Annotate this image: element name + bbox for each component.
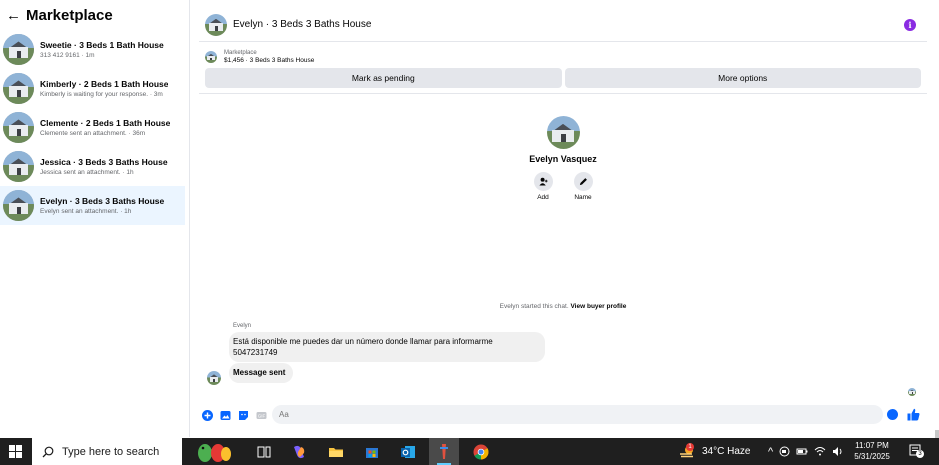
sidebar-title: Marketplace: [26, 6, 113, 24]
weather-widget[interactable]: 1 34°C Haze: [678, 438, 750, 465]
taskbar-clock[interactable]: 11:07 PM 5/31/2025: [852, 440, 892, 462]
conversation-title: Jessica · 3 Beds 3 Baths House: [40, 157, 168, 167]
profile-card: Evelyn Vasquez Add Name: [199, 116, 927, 201]
clock-time: 11:07 PM: [855, 441, 889, 450]
add-label: Add: [537, 194, 549, 201]
conversation-item[interactable]: Clemente · 2 Beds 1 Bath House Clemente …: [0, 108, 185, 147]
chat-panel: Evelyn · 3 Beds 3 Baths House i Marketpl…: [199, 8, 927, 438]
chat-title[interactable]: Evelyn · 3 Beds 3 Baths House: [233, 19, 371, 30]
name-label: Name: [574, 194, 592, 201]
conversation-sidebar: ← Marketplace Sweetie · 3 Beds 1 Bath Ho…: [0, 0, 190, 437]
microsoft-store-icon[interactable]: [364, 444, 380, 460]
name-action[interactable]: Name: [573, 172, 593, 201]
back-arrow-icon[interactable]: ←: [6, 7, 24, 24]
sender-name: Evelyn: [233, 323, 252, 329]
outlook-icon[interactable]: [400, 444, 416, 460]
conversation-item[interactable]: Jessica · 3 Beds 3 Baths House Jessica s…: [0, 147, 185, 186]
parrots-widget-icon[interactable]: [193, 441, 237, 463]
conversation-title: Kimberly · 2 Beds 1 Bath House: [40, 79, 169, 89]
sticker-icon[interactable]: [238, 410, 249, 421]
message-composer: GIF: [199, 404, 927, 426]
wifi-icon[interactable]: [814, 446, 826, 457]
house-thumbnail: [3, 34, 34, 65]
message-bubble[interactable]: Message sent: [229, 363, 294, 383]
conversation-subtitle: Jessica sent an attachment. · 1h: [40, 169, 134, 176]
plus-circle-icon[interactable]: [202, 409, 213, 421]
gif-icon[interactable]: GIF: [256, 410, 267, 421]
clock-date: 5/31/2025: [854, 452, 890, 461]
conversation-item-active[interactable]: Evelyn · 3 Beds 3 Baths House Evelyn sen…: [0, 186, 185, 225]
notification-count-badge: 3: [916, 450, 924, 458]
file-explorer-icon[interactable]: [328, 444, 344, 460]
active-app-icon[interactable]: [429, 438, 459, 465]
conversation-title: Clemente · 2 Beds 1 Bath House: [40, 118, 171, 128]
chat-header: Evelyn · 3 Beds 3 Baths House i: [199, 8, 927, 42]
thumbs-up-icon[interactable]: [907, 408, 920, 421]
sender-avatar: [207, 371, 221, 385]
mark-as-pending-button[interactable]: Mark as pending: [205, 68, 562, 88]
conversation-item[interactable]: Kimberly · 2 Beds 1 Bath House Kimberly …: [0, 69, 185, 108]
search-placeholder: Type here to search: [62, 445, 160, 458]
task-view-icon[interactable]: [256, 444, 272, 460]
house-thumbnail: [3, 151, 34, 182]
emoji-icon[interactable]: [887, 409, 898, 420]
divider: [199, 91, 927, 94]
listing-banner[interactable]: Marketplace $1,456 · 3 Beds 3 Baths Hous…: [199, 42, 927, 66]
weather-text: 34°C Haze: [702, 446, 751, 457]
weather-alert-badge: 1: [686, 443, 694, 451]
pencil-icon[interactable]: [573, 172, 593, 191]
info-icon[interactable]: i: [904, 19, 916, 31]
message-input[interactable]: [272, 405, 883, 424]
chrome-icon[interactable]: [473, 444, 489, 460]
add-action[interactable]: Add: [533, 172, 553, 201]
marketplace-label: Marketplace: [224, 50, 257, 56]
notification-center-icon[interactable]: 3: [909, 444, 924, 458]
add-person-icon[interactable]: [533, 172, 553, 191]
search-icon: [42, 446, 54, 457]
house-thumbnail: [3, 112, 34, 143]
listing-detail: $1,456 · 3 Beds 3 Baths House: [224, 57, 315, 64]
battery-icon[interactable]: [796, 446, 808, 457]
more-options-button[interactable]: More options: [564, 68, 921, 88]
listing-thumbnail: [205, 51, 217, 63]
taskbar-search[interactable]: Type here to search: [32, 438, 182, 465]
conversation-title: Evelyn · 3 Beds 3 Baths House: [40, 196, 165, 206]
profile-name: Evelyn Vasquez: [529, 154, 597, 164]
message-text: Está disponible me puedes dar un número …: [233, 337, 493, 346]
house-thumbnail: [3, 73, 34, 104]
conversation-subtitle: Clemente sent an attachment. · 36m: [40, 130, 146, 137]
meet-now-icon[interactable]: [779, 446, 790, 457]
windows-start-icon[interactable]: [0, 438, 30, 465]
chat-started-text: Evelyn started this chat.: [499, 303, 569, 310]
seen-indicator-avatar: [908, 388, 916, 396]
conversation-subtitle: Kimberly is waiting for your response. ·…: [40, 91, 163, 98]
conversation-subtitle: Evelyn sent an attachment. · 1h: [40, 208, 132, 215]
copilot-icon[interactable]: [291, 444, 307, 460]
message-bubble[interactable]: Está disponible me puedes dar un número …: [229, 332, 545, 362]
sidebar-header: ← Marketplace: [0, 0, 189, 30]
chat-avatar[interactable]: [205, 13, 227, 36]
listing-actions: Mark as pending More options: [199, 66, 927, 88]
chat-started-notice: Evelyn started this chat. View buyer pro…: [199, 303, 927, 310]
message-text: 5047231749: [233, 348, 278, 357]
image-icon[interactable]: [220, 410, 231, 421]
profile-avatar[interactable]: [546, 116, 580, 149]
view-buyer-profile-link[interactable]: View buyer profile: [570, 303, 626, 310]
conversation-item[interactable]: Sweetie · 3 Beds 1 Bath House 313 412 91…: [0, 30, 185, 69]
conversation-subtitle: 313 412 9161 · 1m: [40, 52, 95, 59]
svg-text:GIF: GIF: [258, 413, 266, 418]
chevron-up-icon[interactable]: ^: [768, 446, 773, 458]
system-tray: ^: [768, 438, 844, 465]
house-thumbnail: [3, 190, 34, 221]
scrollbar-thumb[interactable]: [935, 430, 939, 438]
conversation-title: Sweetie · 3 Beds 1 Bath House: [40, 40, 164, 50]
volume-icon[interactable]: [832, 446, 844, 457]
